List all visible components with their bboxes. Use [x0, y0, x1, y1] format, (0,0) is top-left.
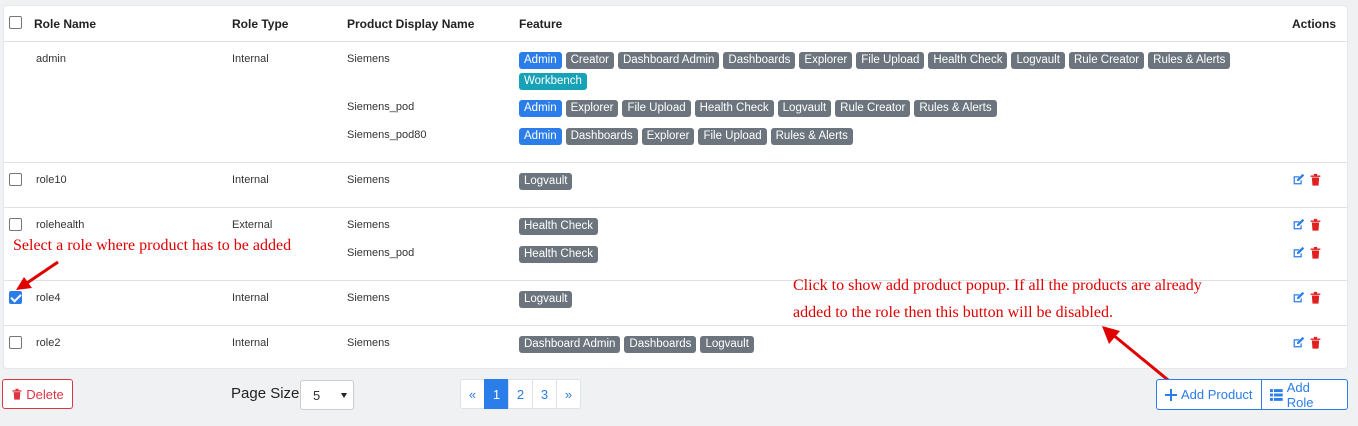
- edit-icon[interactable]: [1292, 218, 1305, 231]
- feature-tag: Rules & Alerts: [770, 128, 853, 145]
- annotation-add-product-line1: Click to show add product popup. If all …: [793, 277, 1202, 294]
- feature-tag: Dashboards: [565, 128, 638, 145]
- plus-icon: [1165, 388, 1177, 401]
- feature-tag: Rules & Alerts: [1148, 52, 1231, 69]
- page-size-value: 5: [313, 388, 321, 403]
- feature-tag: Admin: [519, 128, 562, 145]
- feature-tag: Explorer: [641, 128, 695, 145]
- header-actions: Actions: [1292, 17, 1337, 31]
- header-role-type: Role Type: [232, 17, 289, 31]
- pagination-prev[interactable]: «: [460, 379, 485, 409]
- trash-icon[interactable]: [1309, 246, 1322, 259]
- product-name: Siemens: [347, 337, 390, 349]
- chevron-down-icon: [341, 393, 347, 398]
- pagination-page-1[interactable]: 1: [484, 379, 509, 409]
- feature-tag: Dashboard Admin: [519, 336, 621, 353]
- trash-icon[interactable]: [1309, 336, 1322, 349]
- delete-button-label: Delete: [26, 386, 64, 402]
- feature-tag: Health Check: [519, 246, 599, 263]
- edit-icon[interactable]: [1292, 246, 1305, 259]
- role-type: External: [232, 219, 273, 231]
- row-checkbox[interactable]: [9, 173, 22, 186]
- feature-tags: Logvault: [519, 173, 1239, 190]
- product-name: Siemens: [347, 53, 390, 65]
- page-size-label: Page Size: [231, 385, 300, 402]
- feature-tag: Logvault: [519, 173, 573, 190]
- edit-icon[interactable]: [1292, 336, 1305, 349]
- annotation-arrow-left: [16, 260, 59, 290]
- feature-tag: Rule Creator: [835, 100, 911, 117]
- feature-tag: File Upload: [622, 100, 691, 117]
- role-name: admin: [36, 53, 66, 65]
- annotation-add-product-line2: added to the role then this button will …: [793, 304, 1113, 321]
- feature-tag: Health Check: [928, 52, 1008, 69]
- feature-tag: Admin: [519, 52, 562, 69]
- table-row: role10 Internal Siemens Logvault: [4, 163, 1347, 207]
- add-product-button[interactable]: Add Product: [1156, 379, 1262, 410]
- role-type: Internal: [232, 174, 269, 186]
- feature-tag: Dashboard Admin: [617, 52, 720, 69]
- pagination-next[interactable]: »: [556, 379, 581, 409]
- header-role-name: Role Name: [34, 17, 97, 31]
- role-type: Internal: [232, 292, 269, 304]
- role-name: role2: [36, 337, 61, 349]
- product-name: Siemens: [347, 219, 390, 231]
- edit-icon[interactable]: [1292, 291, 1305, 304]
- pagination: « 1 2 3 »: [460, 379, 581, 409]
- feature-tags: Admin Dashboards Explorer File Upload Ru…: [519, 128, 1239, 145]
- feature-tag: Dashboards: [624, 336, 697, 353]
- feature-tags: Health Check: [519, 246, 1239, 263]
- select-all-checkbox[interactable]: [9, 16, 22, 29]
- pagination-page-2[interactable]: 2: [508, 379, 533, 409]
- feature-tag: Workbench: [519, 73, 587, 90]
- role-type: Internal: [232, 337, 269, 349]
- feature-tags: Admin Explorer File Upload Health Check …: [519, 100, 1239, 117]
- trash-icon: [12, 388, 22, 400]
- header-product-display-name: Product Display Name: [347, 17, 475, 31]
- row-checkbox[interactable]: [9, 336, 22, 349]
- role-name: role10: [36, 174, 67, 186]
- feature-tag: Rules & Alerts: [914, 100, 997, 117]
- trash-icon[interactable]: [1309, 291, 1322, 304]
- feature-tags: Admin Creator Dashboard Admin Dashboards…: [519, 52, 1239, 90]
- header-feature: Feature: [519, 17, 563, 31]
- trash-icon[interactable]: [1309, 173, 1322, 186]
- product-name: Siemens: [347, 174, 390, 186]
- role-name: rolehealth: [36, 219, 85, 231]
- add-role-button[interactable]: Add Role: [1261, 379, 1348, 410]
- delete-button[interactable]: Delete: [2, 379, 73, 409]
- feature-tag: Health Check: [519, 218, 599, 235]
- feature-tag: Health Check: [694, 100, 774, 117]
- add-role-label: Add Role: [1286, 379, 1314, 410]
- roles-table-card: Role Name Role Type Product Display Name…: [3, 5, 1348, 369]
- feature-tag: Rule Creator: [1068, 52, 1145, 69]
- role-type: Internal: [232, 53, 269, 65]
- feature-tags: Health Check: [519, 218, 1239, 235]
- feature-tag: Logvault: [777, 100, 832, 117]
- feature-tag: Logvault: [1011, 52, 1065, 69]
- page-size-select[interactable]: 5: [300, 380, 354, 410]
- trash-icon[interactable]: [1309, 218, 1322, 231]
- pagination-page-3[interactable]: 3: [532, 379, 557, 409]
- feature-tag: Creator: [565, 52, 614, 69]
- table-row: admin Internal Siemens Admin Creator Das…: [4, 42, 1347, 162]
- product-name: Siemens_pod: [347, 247, 415, 259]
- add-product-label: Add Product: [1181, 387, 1253, 402]
- feature-tag: File Upload: [698, 128, 767, 145]
- action-button-group: Add Product Add Role: [1156, 379, 1348, 410]
- product-name: Siemens_pod80: [347, 129, 427, 141]
- feature-tag: Logvault: [700, 336, 754, 353]
- feature-tag: Admin: [519, 100, 562, 117]
- product-name: Siemens_pod: [347, 101, 415, 113]
- feature-tag: Logvault: [519, 291, 573, 308]
- edit-icon[interactable]: [1292, 173, 1305, 186]
- feature-tag: File Upload: [856, 52, 925, 69]
- feature-tag: Explorer: [565, 100, 619, 117]
- product-name: Siemens: [347, 292, 390, 304]
- feature-tag: Dashboards: [723, 52, 796, 69]
- list-icon: [1270, 388, 1283, 401]
- feature-tag: Explorer: [799, 52, 853, 69]
- row-checkbox[interactable]: [9, 218, 22, 231]
